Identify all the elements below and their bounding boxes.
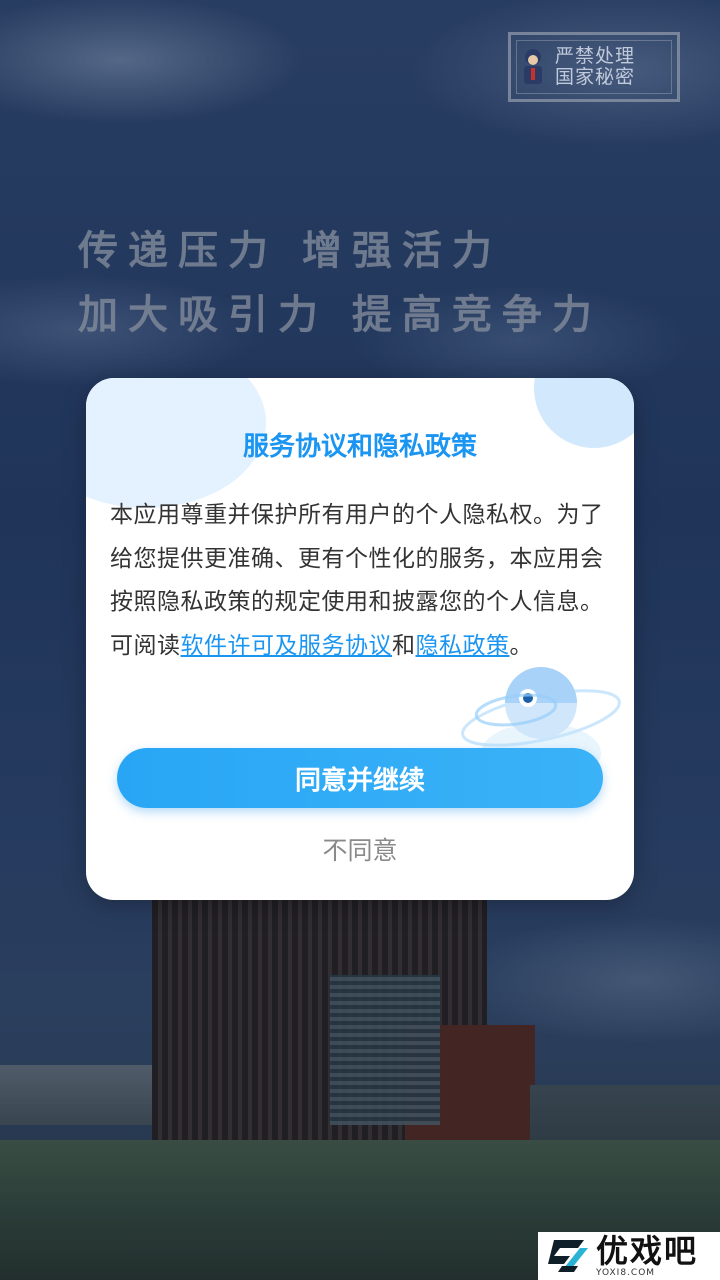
site-watermark: 优戏吧 YOXI8.COM [538,1232,720,1280]
watermark-url: YOXI8.COM [596,1268,656,1278]
terms-link[interactable]: 软件许可及服务协议 [181,633,393,659]
end-punctuation: 。 [509,632,533,659]
badge-line-2: 国家秘密 [555,66,636,88]
security-guard-icon [524,49,542,84]
dialog-title: 服务协议和隐私政策 [242,432,477,462]
disagree-button[interactable]: 不同意 [280,830,440,868]
connector-text: 和 [392,632,416,659]
watermark-name: 优戏吧 [596,1232,699,1270]
privacy-policy-link[interactable]: 隐私政策 [416,633,510,659]
watermark-text: 优戏吧 YOXI8.COM [596,1234,698,1278]
privacy-dialog: 服务协议和隐私政策 本应用尊重并保护所有用户的个人隐私权。为了给您提供更准确、更… [86,378,634,900]
badge-text: 严禁处理 国家秘密 [555,46,635,88]
yoxi8-logo-icon [548,1240,588,1272]
agree-continue-button[interactable]: 同意并继续 [117,748,603,808]
badge-line-1: 严禁处理 [555,45,636,67]
dialog-body: 本应用尊重并保护所有用户的个人隐私权。为了给您提供更准确、更有个性化的服务，本应… [110,494,610,668]
